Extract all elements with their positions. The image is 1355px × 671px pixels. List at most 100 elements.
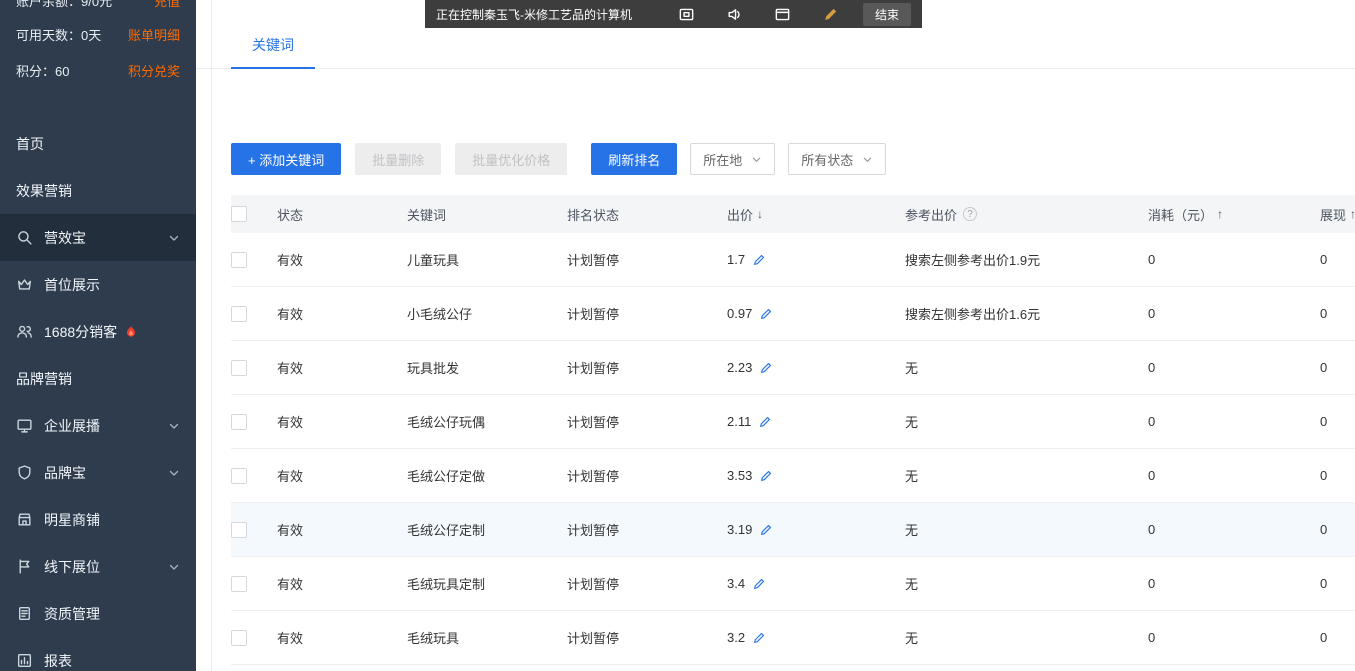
sidebar-item-reports[interactable]: 报表 [0, 637, 196, 671]
row-checkbox[interactable] [231, 522, 247, 538]
status-cell: 有效 [277, 574, 407, 593]
chevron-down-icon [168, 561, 180, 573]
keyword-cell: 毛绒玩具 [407, 628, 567, 647]
recharge-link[interactable]: 充值 [154, 0, 180, 10]
status-cell: 有效 [277, 520, 407, 539]
sidebar-item-1688-fenxiaoke[interactable]: 1688分销客 [0, 308, 196, 355]
chevron-down-icon [168, 467, 180, 479]
sidebar-item-enterprise-show[interactable]: 企业展播 [0, 402, 196, 449]
status-cell: 有效 [277, 250, 407, 269]
edit-bid-icon[interactable] [759, 469, 773, 483]
keyword-cell: 毛绒公仔玩偶 [407, 412, 567, 431]
sidebar-item-yingxiaobao[interactable]: 营效宝 [0, 214, 196, 261]
sort-asc-icon[interactable]: ↑ [1350, 207, 1355, 221]
cost-cell: 0 [1148, 522, 1320, 537]
available-days-label: 可用天数：0天 [16, 25, 101, 44]
header-ref-bid: 参考出价 ? [905, 205, 1148, 224]
sidebar-item-label: 首位展示 [44, 275, 100, 295]
ref-bid-cell: 无 [905, 412, 1148, 431]
pen-icon[interactable] [822, 6, 839, 23]
sidebar-item-qualification[interactable]: 资质管理 [0, 590, 196, 637]
row-checkbox[interactable] [231, 576, 247, 592]
sidebar-item-top-display[interactable]: 首位展示 [0, 261, 196, 308]
edit-bid-icon[interactable] [752, 253, 766, 267]
crown-icon [16, 276, 33, 293]
edit-bid-icon[interactable] [752, 631, 766, 645]
row-checkbox[interactable] [231, 414, 247, 430]
batch-optimize-button[interactable]: 批量优化价格 [455, 143, 567, 175]
keyword-cell: 小毛绒公仔 [407, 304, 567, 323]
points-redeem-link[interactable]: 积分兑奖 [128, 61, 180, 80]
sidebar-item-label: 资质管理 [44, 604, 100, 624]
table-row[interactable]: 有效 毛绒公仔定做 计划暂停 3.53 无 0 0 [231, 449, 1355, 503]
header-impressions[interactable]: 展现 ↑ [1320, 205, 1355, 224]
cost-cell: 0 [1148, 306, 1320, 321]
shop-icon [16, 511, 33, 528]
rank-status-cell: 计划暂停 [567, 628, 727, 647]
status-cell: 有效 [277, 412, 407, 431]
status-filter-dropdown[interactable]: 所有状态 [788, 143, 886, 175]
sidebar-item-brand-bao[interactable]: 品牌宝 [0, 449, 196, 496]
table-row[interactable]: 有效 儿童玩具 计划暂停 1.7 搜索左侧参考出价1.9元 0 0 [231, 233, 1355, 287]
speaker-icon[interactable] [726, 6, 743, 23]
add-keyword-button[interactable]: + 添加关键词 [231, 143, 341, 175]
sidebar-item-star-shop[interactable]: 明星商铺 [0, 496, 196, 543]
bill-detail-link[interactable]: 账单明细 [128, 25, 180, 44]
impressions-cell: 0 [1320, 522, 1355, 537]
header-cost[interactable]: 消耗（元） ↑ [1148, 205, 1320, 224]
row-checkbox[interactable] [231, 252, 247, 268]
header-keyword: 关键词 [407, 205, 567, 224]
sort-asc-icon[interactable]: ↑ [1217, 207, 1223, 221]
location-filter-dropdown[interactable]: 所在地 [690, 143, 775, 175]
table-row[interactable]: 有效 小毛绒公仔 计划暂停 0.97 搜索左侧参考出价1.6元 0 0 [231, 287, 1355, 341]
edit-bid-icon[interactable] [759, 361, 773, 375]
sidebar-section-label: 品牌营销 [16, 369, 72, 389]
table-row[interactable]: 有效 毛绒公仔定制 计划暂停 3.19 无 0 0 [231, 503, 1355, 557]
row-checkbox[interactable] [231, 306, 247, 322]
refresh-rank-button[interactable]: 刷新排名 [591, 143, 677, 175]
tab-keywords[interactable]: 关键词 [231, 35, 315, 69]
edit-bid-icon[interactable] [752, 577, 766, 591]
cost-cell: 0 [1148, 630, 1320, 645]
people-icon [16, 323, 33, 340]
fullscreen-icon[interactable] [678, 6, 695, 23]
table-row[interactable]: 有效 毛绒玩具定制 计划暂停 3.4 无 0 0 [231, 557, 1355, 611]
chevron-down-icon [862, 154, 873, 165]
sort-desc-icon[interactable]: ↓ [757, 207, 763, 221]
sidebar-menu: 首页 效果营销 营效宝 首位展示 [0, 120, 196, 671]
content-divider [211, 0, 212, 671]
keyword-cell: 毛绒公仔定做 [407, 466, 567, 485]
bid-value: 0.97 [727, 306, 752, 321]
header-bid[interactable]: 出价 ↓ [727, 205, 905, 224]
sidebar-item-label: 报表 [44, 651, 72, 671]
rank-status-cell: 计划暂停 [567, 412, 727, 431]
edit-bid-icon[interactable] [759, 307, 773, 321]
edit-bid-icon[interactable] [759, 523, 773, 537]
cost-cell: 0 [1148, 360, 1320, 375]
row-checkbox[interactable] [231, 630, 247, 646]
edit-bid-icon[interactable] [758, 415, 772, 429]
chevron-down-icon [168, 232, 180, 244]
bid-value: 2.11 [727, 414, 751, 429]
batch-delete-button[interactable]: 批量删除 [355, 143, 441, 175]
row-checkbox[interactable] [231, 360, 247, 376]
table-row[interactable]: 有效 毛绒玩具 计划暂停 3.2 无 0 0 [231, 611, 1355, 665]
sidebar-item-offline-booth[interactable]: 线下展位 [0, 543, 196, 590]
ref-bid-cell: 无 [905, 574, 1148, 593]
end-control-button[interactable]: 结束 [863, 3, 911, 26]
rank-status-cell: 计划暂停 [567, 358, 727, 377]
shield-icon [16, 464, 33, 481]
table-row[interactable]: 有效 玩具批发 计划暂停 2.23 无 0 0 [231, 341, 1355, 395]
status-cell: 有效 [277, 304, 407, 323]
window-icon[interactable] [774, 6, 791, 23]
table-row[interactable]: 有效 毛绒公仔玩偶 计划暂停 2.11 无 0 0 [231, 395, 1355, 449]
sidebar-item-home[interactable]: 首页 [0, 120, 196, 167]
sidebar: 账户余额：9/0元 充值 可用天数：0天 账单明细 积分：60 积分兑奖 首页 … [0, 0, 196, 671]
impressions-cell: 0 [1320, 252, 1355, 267]
row-checkbox[interactable] [231, 468, 247, 484]
help-icon[interactable]: ? [963, 207, 977, 221]
bid-cell: 2.11 [727, 414, 905, 429]
sidebar-item-label: 明星商铺 [44, 510, 100, 530]
select-all-checkbox[interactable] [231, 206, 247, 222]
cost-cell: 0 [1148, 576, 1320, 591]
